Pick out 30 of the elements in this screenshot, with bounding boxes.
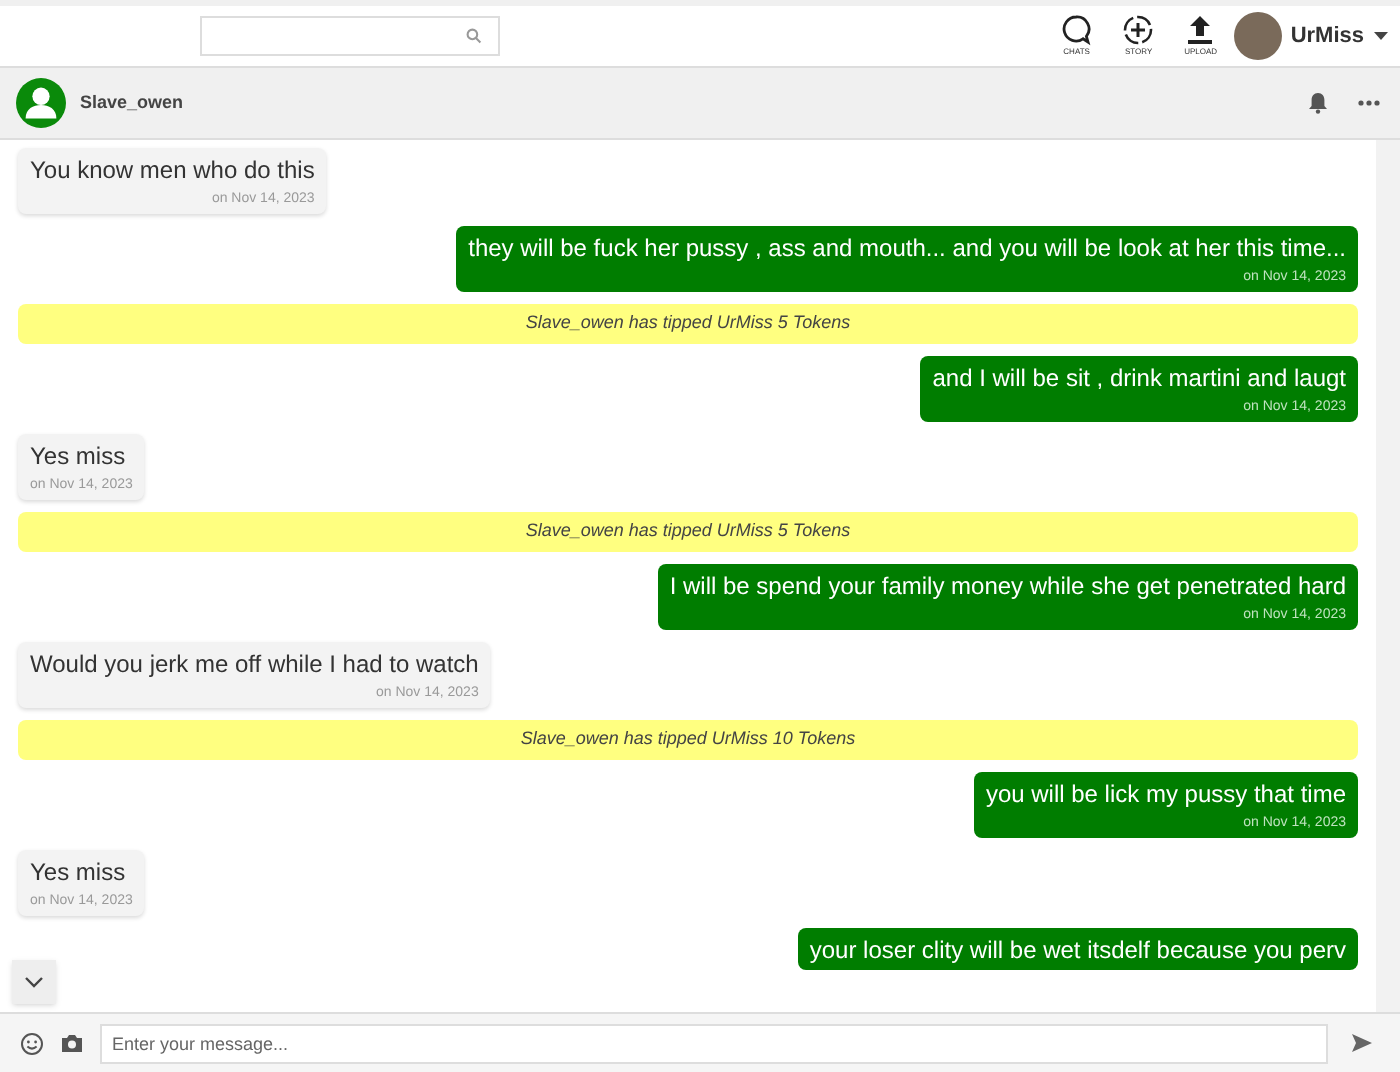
tip-notice: Slave_owen has tipped UrMiss 5 Tokens [18,512,1358,552]
message-text: and I will be sit , drink martini and laugt [932,362,1346,394]
message-text: I will be spend your family money while she get penetrated hard [669,570,1346,602]
message-text: Yes miss [30,856,128,888]
camera-icon[interactable] [60,1032,84,1054]
scroll-down-button[interactable] [12,960,56,1004]
tip-notice: Slave_owen has tipped UrMiss 5 Tokens [18,304,1358,344]
upload-icon [1184,14,1217,46]
send-icon[interactable] [1352,1034,1372,1052]
speech-bubble-icon [1060,14,1093,46]
search-icon [466,28,482,44]
message-text: your loser clity will be wet itsdelf because you perv [809,934,1346,966]
tip-notice: Slave_owen has tipped UrMiss 10 Tokens [18,720,1358,760]
message-text: Would you jerk me off while I had to watch [30,648,479,680]
user-avatar-icon [16,78,66,128]
caret-icon [1374,31,1388,41]
avatar-photo-placeholder[interactable] [1234,12,1283,60]
message-input-field[interactable]: Enter your message... [100,1023,1328,1063]
message-text: You know men who do this [30,154,315,186]
plus-circle-icon [1122,14,1155,46]
message-text: Yes miss [30,440,128,472]
contact-name: Slave_owen [80,89,184,116]
chevron-down-icon [24,976,44,988]
message-text: you will be lick my pussy that time [985,778,1346,810]
user-menu[interactable]: UrMiss [1290,19,1388,53]
search-field[interactable] [200,16,500,56]
bell-icon[interactable] [1308,92,1328,114]
smiley-icon[interactable] [20,1031,44,1055]
more-icon[interactable] [1358,100,1380,106]
message-text: they will be fuck her pussy , ass and mouth... and you will be look at her this time... [468,232,1346,264]
